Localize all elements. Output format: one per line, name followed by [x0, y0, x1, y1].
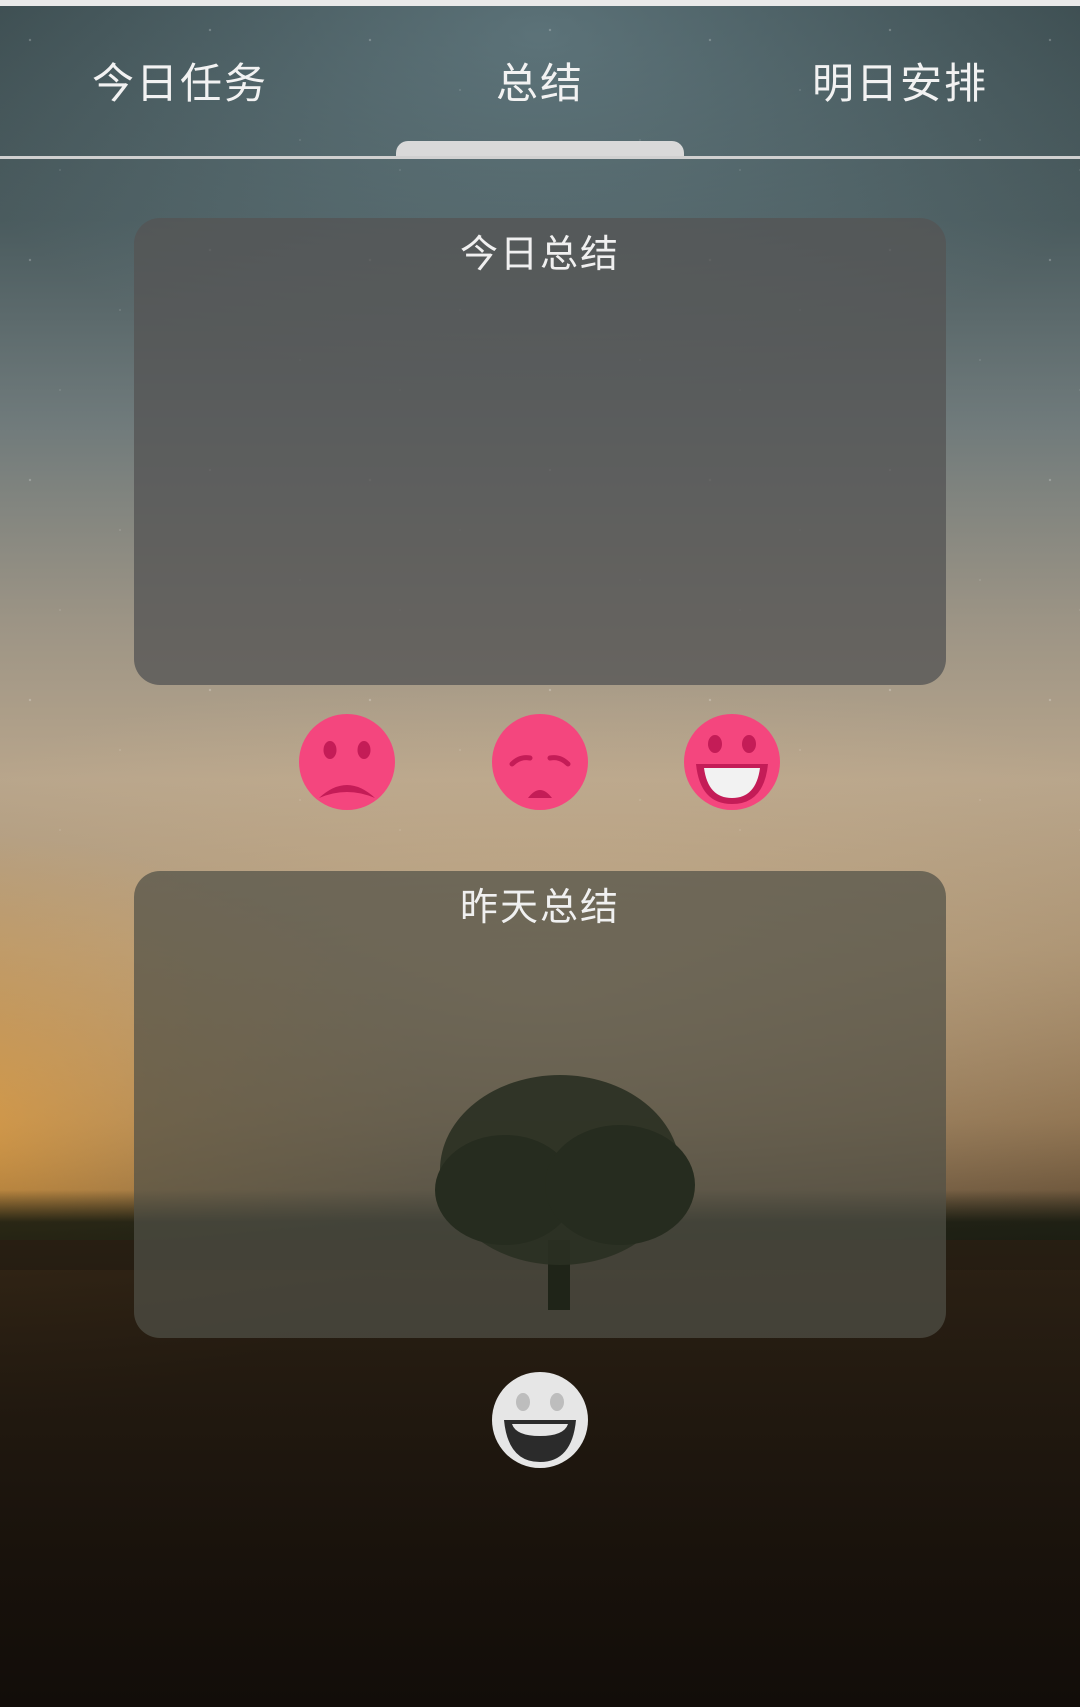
happy-face-icon: [684, 714, 780, 810]
tree-silhouette: [435, 1075, 695, 1310]
tab-today-tasks[interactable]: 今日任务: [60, 54, 300, 114]
mood-happy-button[interactable]: [682, 712, 782, 812]
mood-tired-button[interactable]: [490, 712, 590, 812]
tired-face-icon: [492, 714, 588, 810]
yesterday-summary-title: 昨天总结: [459, 885, 620, 929]
today-summary-panel[interactable]: 今日总结: [134, 218, 946, 685]
today-summary-title: 今日总结: [459, 232, 620, 276]
happy-face-icon: [492, 1372, 588, 1468]
today-summary-input[interactable]: [164, 290, 916, 661]
tab-divider: [0, 156, 1080, 159]
sad-face-icon: [299, 714, 395, 810]
tab-summary[interactable]: 总结: [420, 54, 660, 114]
tab-tomorrow-plan[interactable]: 明日安排: [780, 54, 1020, 114]
yesterday-mood: [490, 1370, 590, 1470]
tab-bar: 今日任务 总结 明日安排: [0, 6, 1080, 159]
mood-sad-button[interactable]: [297, 712, 397, 812]
